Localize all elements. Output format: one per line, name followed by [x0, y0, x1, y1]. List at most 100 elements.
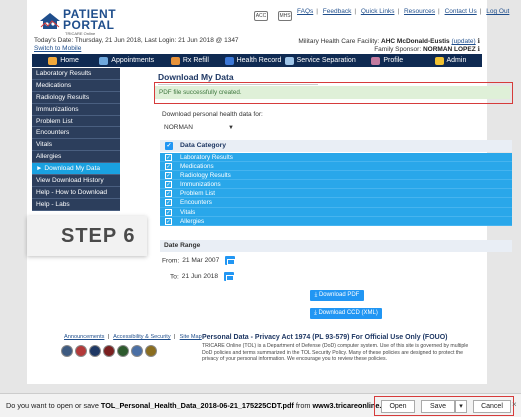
nav-item-profile[interactable]: Profile — [356, 56, 419, 65]
category-row[interactable]: ✓ Immunizations — [160, 180, 512, 190]
nav-label: Service Separation — [296, 57, 356, 64]
category-checkbox[interactable]: ✓ — [165, 217, 172, 225]
top-icons: ACC MHS — [254, 4, 302, 22]
category-label: Problem List — [180, 190, 215, 198]
from-date-field[interactable]: 21 Mar 2007 — [182, 257, 219, 264]
nav-icon — [48, 56, 58, 65]
site-map-link[interactable]: Site Map — [180, 334, 202, 340]
nav-icon — [434, 56, 444, 65]
close-icon[interactable]: × — [512, 400, 517, 409]
sidebar-item[interactable]: Problem List — [32, 115, 120, 128]
faqs-link[interactable]: FAQs — [297, 8, 313, 15]
switch-to-mobile-link[interactable]: Switch to Mobile — [34, 45, 239, 52]
nav-item-home[interactable]: Home — [32, 56, 95, 65]
nav-label: Admin — [446, 57, 467, 64]
category-row[interactable]: ✓ Allergies — [160, 216, 512, 226]
sidebar-item[interactable]: Vitals — [32, 139, 120, 152]
date-text: Today's Date: Thursday, 21 Jun 2018, Las… — [34, 37, 239, 44]
calendar-icon[interactable] — [225, 256, 236, 265]
download-pdf-button[interactable]: ⤓ Download PDF — [310, 290, 364, 301]
service-seal-icon[interactable] — [131, 345, 143, 357]
nav-label: Appointments — [111, 57, 155, 64]
quick-links-link[interactable]: Quick Links — [361, 8, 395, 15]
download-prefix: Do you want to open or save — [6, 401, 101, 410]
patient-portal-logo[interactable]: PATIENT PORTAL TRICARE Online — [37, 4, 147, 36]
category-row[interactable]: ✓ Radiology Results — [160, 171, 512, 181]
service-seal-icon[interactable] — [117, 345, 129, 357]
save-dropdown-button[interactable]: ▾ — [455, 400, 467, 413]
info-icon[interactable]: ℹ — [478, 38, 480, 45]
announcements-link[interactable]: Announcements — [64, 334, 104, 340]
mhs-icon[interactable]: MHS — [278, 11, 292, 21]
cancel-button[interactable]: Cancel — [473, 400, 511, 413]
feedback-link[interactable]: Feedback — [323, 8, 352, 15]
facility-label: Military Health Care Facility: — [298, 38, 380, 45]
person-select[interactable]: NORMAN ▼ — [162, 122, 238, 134]
sidebar-item[interactable]: Medications — [32, 79, 120, 92]
house-people-icon — [40, 13, 60, 29]
logo-tagline: TRICARE Online — [65, 31, 96, 36]
category-row[interactable]: ✓ Problem List — [160, 189, 512, 199]
to-date-field[interactable]: 21 Jun 2018 — [182, 273, 218, 280]
category-row[interactable]: ✓ Vitals — [160, 207, 512, 217]
download-message: Do you want to open or save TOL_Personal… — [6, 401, 401, 410]
sidebar-item[interactable]: Radiology Results — [32, 91, 120, 104]
open-button[interactable]: Open — [381, 400, 415, 413]
date-line: Today's Date: Thursday, 21 Jun 2018, Las… — [34, 37, 239, 52]
nav-label: Profile — [383, 57, 404, 64]
data-category-label: Data Category — [180, 142, 227, 149]
sidebar-item[interactable]: Laboratory Results — [32, 68, 120, 80]
category-checkbox[interactable]: ✓ — [165, 154, 172, 161]
category-label: Immunizations — [180, 181, 221, 189]
nav-item-appointments[interactable]: Appointments — [95, 56, 158, 65]
service-seal-icon[interactable] — [61, 345, 73, 357]
category-row[interactable]: ✓ Encounters — [160, 198, 512, 208]
select-all-checkbox[interactable]: ✓ — [165, 142, 173, 150]
category-row[interactable]: ✓ Laboratory Results — [160, 153, 512, 163]
date-range-header: Date Range — [160, 240, 512, 252]
nav-item-rx-refill[interactable]: Rx Refill — [158, 56, 221, 65]
sidebar-item[interactable]: Help - Labs — [32, 198, 120, 211]
log-out-link[interactable]: Log Out — [486, 8, 509, 15]
facility-info: Military Health Care Facility: AHC McDon… — [298, 37, 480, 53]
service-seal-icon[interactable] — [89, 345, 101, 357]
category-row[interactable]: ✓ Medications — [160, 162, 512, 172]
save-button[interactable]: Save — [421, 400, 455, 413]
sidebar-item[interactable]: View Download History — [32, 175, 120, 187]
accessibility-security-link[interactable]: Accessibility & Security — [113, 334, 171, 340]
top-links: FAQs | Feedback | Quick Links | Resources | … — [297, 8, 510, 15]
category-checkbox[interactable]: ✓ — [165, 181, 172, 189]
category-checkbox[interactable]: ✓ — [165, 190, 172, 198]
calendar-icon[interactable] — [224, 272, 235, 281]
sidebar-item[interactable]: Immunizations — [32, 103, 120, 116]
portal-page: PATIENT PORTAL TRICARE Online ACC MHS FAQ… — [27, 0, 513, 384]
category-checkbox[interactable]: ✓ — [165, 199, 172, 207]
download-ccd-button[interactable]: ⤓ Download CCD (XML) — [310, 308, 382, 319]
nav-icon — [99, 56, 109, 65]
sidebar: Laboratory Results Medications Radiology R… — [32, 68, 120, 211]
category-label: Radiology Results — [180, 172, 231, 180]
nav-item-health-record[interactable]: Health Record — [221, 56, 284, 65]
sponsor-info-icon[interactable]: ℹ — [478, 46, 480, 53]
nav-label: Home — [60, 57, 79, 64]
accessibility-icon[interactable]: ACC — [254, 11, 268, 21]
nav-label: Health Record — [236, 57, 282, 64]
category-checkbox[interactable]: ✓ — [165, 208, 172, 216]
resources-link[interactable]: Resources — [404, 8, 435, 15]
category-checkbox[interactable]: ✓ — [165, 163, 172, 171]
service-seal-icon[interactable] — [145, 345, 157, 357]
nav-item-admin[interactable]: Admin — [419, 56, 482, 65]
sidebar-item[interactable]: Encounters — [32, 127, 120, 140]
update-facility-link[interactable]: (update) — [451, 38, 475, 45]
sponsor-label: Family Sponsor: — [374, 46, 422, 53]
nav-label: Rx Refill — [182, 57, 209, 64]
service-seal-icon[interactable] — [103, 345, 115, 357]
sidebar-item[interactable]: Help - How to Download — [32, 186, 120, 199]
contact-us-link[interactable]: Contact Us — [445, 8, 477, 15]
sidebar-item[interactable]: ► Download My Data — [32, 163, 120, 176]
sidebar-item[interactable]: Allergies — [32, 151, 120, 164]
category-checkbox[interactable]: ✓ — [165, 172, 172, 180]
nav-item-service-separation[interactable]: Service Separation — [284, 56, 356, 65]
service-seal-icon[interactable] — [75, 345, 87, 357]
nav-icon — [224, 56, 234, 65]
